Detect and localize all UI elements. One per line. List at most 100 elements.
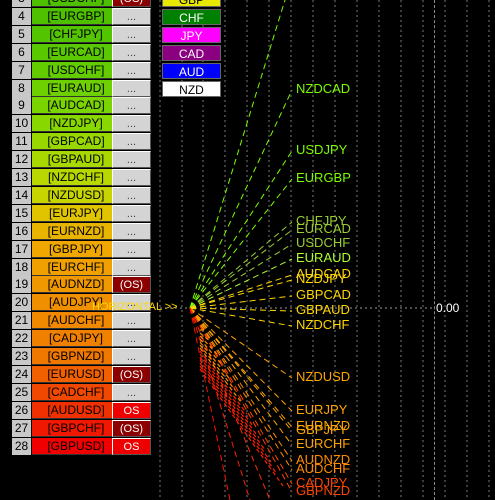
fan-line xyxy=(189,229,293,309)
fan-line-label: GBPNZD xyxy=(296,483,351,498)
pair-symbol-button[interactable]: [EURGBP] xyxy=(32,7,122,25)
signal-button[interactable]: OS xyxy=(112,437,151,455)
row-number: 27 xyxy=(12,419,31,437)
row-number: 19 xyxy=(12,276,31,294)
row-number: 11 xyxy=(12,133,31,151)
signal-button[interactable]: ... xyxy=(112,186,151,204)
row-number: 14 xyxy=(12,186,31,204)
pair-symbol-button[interactable]: [GBPCAD] xyxy=(32,133,122,151)
row-number: 15 xyxy=(12,204,31,222)
currency-legend-item: NZD xyxy=(162,81,221,97)
pair-symbol-button[interactable]: [CADCHF] xyxy=(32,383,122,401)
signal-button[interactable]: ... xyxy=(112,25,151,43)
currency-legend-item: CAD xyxy=(162,45,221,61)
currency-legend-item: CHF xyxy=(162,9,221,25)
row-number: 23 xyxy=(12,348,31,365)
signal-button[interactable]: ... xyxy=(112,348,151,365)
signal-button[interactable]: ... xyxy=(112,61,151,79)
pair-symbol-button[interactable]: [AUDUSD] xyxy=(32,401,122,419)
row-number: 9 xyxy=(12,97,31,115)
pair-symbol-button[interactable]: [NZDCHF] xyxy=(32,169,122,186)
fan-line-label: GBPJPY xyxy=(296,422,348,437)
pair-symbol-button[interactable]: [NZDUSD] xyxy=(32,186,122,204)
row-number: 20 xyxy=(12,294,31,312)
pair-symbol-button[interactable]: [CADJPY] xyxy=(32,330,122,348)
fan-line-label: AUDCHF xyxy=(296,461,351,476)
horizontal-label: HORIZONTAL >> xyxy=(92,301,178,313)
signal-button[interactable]: (OS) xyxy=(112,365,151,383)
fan-line xyxy=(189,307,293,471)
pair-symbol-button[interactable]: [USDCHF] xyxy=(32,0,122,7)
signal-button[interactable]: ... xyxy=(112,97,151,115)
row-number: 8 xyxy=(12,79,31,97)
row-number: 10 xyxy=(12,115,31,133)
row-number: 21 xyxy=(12,312,31,330)
fan-line xyxy=(189,274,293,309)
signal-button[interactable]: ... xyxy=(112,312,151,330)
signal-button[interactable]: ... xyxy=(112,222,151,240)
signal-button[interactable]: ... xyxy=(112,169,151,186)
pair-symbol-button[interactable]: [EURCHF] xyxy=(32,258,122,276)
signal-button[interactable]: ... xyxy=(112,133,151,151)
signal-button[interactable]: (OS) xyxy=(112,0,151,7)
row-number: 22 xyxy=(12,330,31,348)
fan-line-label: EURCAD xyxy=(296,221,351,236)
row-number: 5 xyxy=(12,25,31,43)
pair-symbol-button[interactable]: [NZDJPY] xyxy=(32,115,122,133)
pair-symbol-button[interactable]: [EURCAD] xyxy=(32,43,122,61)
signal-button[interactable]: ... xyxy=(112,204,151,222)
signal-button[interactable]: ... xyxy=(112,7,151,25)
row-number: 3 xyxy=(12,0,31,7)
fan-line xyxy=(189,295,293,309)
fan-line-label: USDJPY xyxy=(296,142,348,157)
pair-symbol-button[interactable]: [EURNZD] xyxy=(32,222,122,240)
pair-symbol-button[interactable]: [AUDCHF] xyxy=(32,312,122,330)
pair-symbol-button[interactable]: [AUDNZD] xyxy=(32,276,122,294)
row-number: 13 xyxy=(12,169,31,186)
zero-level-label: 0.00 xyxy=(436,301,460,315)
pair-symbol-button[interactable]: [GBPJPY] xyxy=(32,240,122,258)
pair-symbol-button[interactable]: [GBPNZD] xyxy=(32,348,122,365)
row-number: 25 xyxy=(12,383,31,401)
fan-line xyxy=(189,307,251,500)
row-number: 26 xyxy=(12,401,31,419)
fan-line xyxy=(199,353,254,427)
pair-symbol-button[interactable]: [AUDCAD] xyxy=(32,97,122,115)
signal-button[interactable]: ... xyxy=(112,240,151,258)
pair-symbol-button[interactable]: [GBPCHF] xyxy=(32,419,122,437)
currency-legend-item: GBP xyxy=(162,0,221,7)
signal-button[interactable]: ... xyxy=(112,258,151,276)
fan-line xyxy=(189,221,293,309)
signal-button[interactable]: (OS) xyxy=(112,276,151,294)
pair-symbol-button[interactable]: [GBPAUD] xyxy=(32,151,122,169)
pair-symbol-button[interactable]: [GBPUSD] xyxy=(32,437,122,455)
fan-line-label: EURGBP xyxy=(296,170,351,185)
fan-line-label: USDCHF xyxy=(296,235,351,250)
fan-line xyxy=(189,307,231,500)
pair-symbol-button[interactable]: [EURUSD] xyxy=(32,365,122,383)
row-number: 17 xyxy=(12,240,31,258)
fan-line-label: EURCHF xyxy=(296,436,351,451)
row-number: 7 xyxy=(12,61,31,79)
signal-button[interactable]: OS xyxy=(112,401,151,419)
signal-button[interactable]: ... xyxy=(112,115,151,133)
pair-symbol-button[interactable]: [USDCHF] xyxy=(32,61,122,79)
signal-button[interactable]: ... xyxy=(112,43,151,61)
fan-line xyxy=(199,365,278,475)
row-number: 16 xyxy=(12,222,31,240)
fan-line-label: EURAUD xyxy=(296,250,351,265)
fan-line xyxy=(189,279,293,309)
pair-symbol-button[interactable]: [EURJPY] xyxy=(32,204,122,222)
fan-line xyxy=(189,89,293,309)
signal-button[interactable]: ... xyxy=(112,79,151,97)
pair-symbol-button[interactable]: [CHFJPY] xyxy=(32,25,122,43)
row-number: 6 xyxy=(12,43,31,61)
pair-symbol-button[interactable]: [EURAUD] xyxy=(32,79,122,97)
signal-button[interactable]: ... xyxy=(112,330,151,348)
row-number: 4 xyxy=(12,7,31,25)
signal-button[interactable]: (OS) xyxy=(112,419,151,437)
signal-button[interactable]: ... xyxy=(112,151,151,169)
fan-line-label: EURJPY xyxy=(296,402,348,417)
signal-button[interactable]: ... xyxy=(112,383,151,401)
fan-line-label: GBPAUD xyxy=(296,302,350,317)
